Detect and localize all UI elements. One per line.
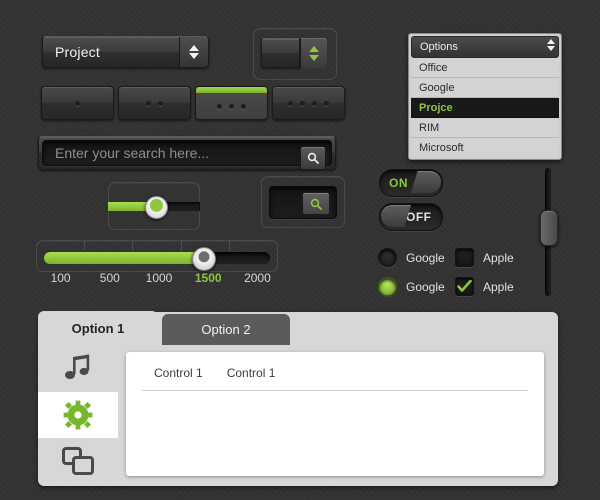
radio-icon[interactable]	[378, 248, 397, 267]
dropdown-stepper[interactable]	[547, 39, 555, 51]
tab-option-1[interactable]: Option 1	[38, 311, 158, 345]
control-label-row: Control 1 Control 1	[154, 366, 275, 380]
project-select-stepper[interactable]	[179, 37, 208, 67]
triangle-down-icon	[547, 46, 555, 51]
search-field	[38, 136, 336, 170]
segment-4[interactable]	[272, 86, 345, 120]
dot-group	[288, 100, 329, 106]
stepper-inner	[261, 38, 327, 68]
radio-icon[interactable]	[378, 277, 397, 296]
tick-label-1: 100	[50, 271, 71, 285]
dot-group	[217, 103, 246, 109]
vertical-slider[interactable]	[540, 168, 558, 296]
search-button-well	[269, 186, 337, 219]
music-note-icon	[65, 354, 90, 379]
tab-bar: Option 1 Option 2	[38, 311, 290, 345]
dot-group	[146, 100, 163, 106]
control-label-2: Control 1	[226, 366, 276, 380]
segment-3[interactable]	[195, 86, 268, 120]
tick-label-2: 500	[99, 271, 120, 285]
triangle-down-icon	[309, 54, 319, 61]
mini-slider-widget[interactable]	[108, 182, 200, 230]
vertical-slider-handle[interactable]	[540, 210, 558, 246]
rail-item-music[interactable]	[38, 346, 118, 392]
segment-2[interactable]	[118, 86, 191, 120]
content-divider	[142, 390, 528, 391]
dropdown-item-rim[interactable]: RIM	[411, 118, 559, 138]
toggle-on-handle[interactable]	[411, 171, 441, 193]
search-icon	[307, 152, 319, 164]
range-slider-fill	[44, 252, 207, 264]
search-inputbox	[42, 140, 332, 170]
range-slider-tick-labels: 100 500 1000 1500 2000	[36, 271, 282, 285]
checkbox-apple-checked-label: Apple	[483, 279, 514, 294]
dropdown-item-office[interactable]: Office	[411, 58, 559, 78]
dropdown-item-projce[interactable]: Projce	[411, 98, 559, 118]
tick-label-5: 2000	[244, 271, 271, 285]
range-slider-handle[interactable]	[192, 247, 216, 271]
triangle-up-icon	[189, 45, 199, 51]
search-icon	[310, 198, 322, 210]
tick-label-4: 1500	[194, 271, 222, 285]
rail-item-windows[interactable]	[38, 438, 118, 484]
checkbox-icon[interactable]	[455, 277, 474, 296]
project-select-value: Project	[55, 44, 100, 60]
range-slider-track[interactable]	[44, 252, 270, 264]
tick-label-3: 1000	[145, 271, 173, 285]
radio-google-unchecked[interactable]: Google	[378, 248, 445, 267]
search-button[interactable]	[302, 192, 330, 215]
stepper-value-field[interactable]	[261, 38, 300, 68]
dropdown-list: Options Office Google Projce RIM Microso…	[408, 33, 562, 160]
tab-panel: Option 1 Option 2 Control 1 Control 1	[38, 311, 558, 486]
active-indicator-bar	[196, 87, 267, 93]
gear-icon	[63, 400, 93, 430]
project-select[interactable]: Project	[42, 36, 209, 68]
checkbox-apple-checked[interactable]: Apple	[455, 277, 514, 296]
windows-copy-icon	[62, 447, 94, 475]
mini-slider-handle[interactable]	[145, 196, 168, 219]
range-slider-ticks	[37, 241, 277, 251]
dot-group	[75, 100, 80, 106]
radio-google-checked-label: Google	[406, 279, 445, 294]
checkbox-apple-unchecked-label: Apple	[483, 250, 514, 265]
search-input[interactable]	[43, 141, 331, 165]
search-button[interactable]	[300, 146, 326, 170]
tab-option-2[interactable]: Option 2	[162, 314, 290, 345]
triangle-up-icon	[309, 45, 319, 52]
dropdown-header[interactable]: Options	[411, 36, 559, 58]
ui-kit-canvas: Project Enter your search here... 100 50…	[0, 0, 600, 500]
toggle-switch-off[interactable]: OFF	[379, 203, 443, 231]
rail-item-settings[interactable]	[38, 392, 118, 438]
stepper-arrows[interactable]	[300, 38, 327, 68]
dropdown-item-google[interactable]: Google	[411, 78, 559, 98]
segmented-button-group	[41, 86, 345, 120]
triangle-down-icon	[189, 53, 199, 59]
dropdown-item-microsoft[interactable]: Microsoft	[411, 138, 559, 157]
stepper-widget	[253, 28, 337, 80]
toggle-on-label: ON	[389, 176, 408, 190]
checkmark-icon	[457, 280, 472, 292]
checkbox-icon[interactable]	[455, 248, 474, 267]
segment-1[interactable]	[41, 86, 114, 120]
toggle-switch-on[interactable]: ON	[379, 169, 443, 197]
checkbox-apple-unchecked[interactable]: Apple	[455, 248, 514, 267]
dropdown-header-label: Options	[420, 41, 458, 53]
content-panel: Control 1 Control 1	[126, 352, 544, 476]
triangle-up-icon	[547, 39, 555, 44]
range-slider[interactable]	[36, 240, 278, 272]
control-label-1: Control 1	[154, 366, 203, 380]
search-button-widget	[261, 176, 345, 228]
radio-google-unchecked-label: Google	[406, 250, 445, 265]
radio-google-checked[interactable]: Google	[378, 277, 445, 296]
icon-rail	[38, 346, 118, 484]
